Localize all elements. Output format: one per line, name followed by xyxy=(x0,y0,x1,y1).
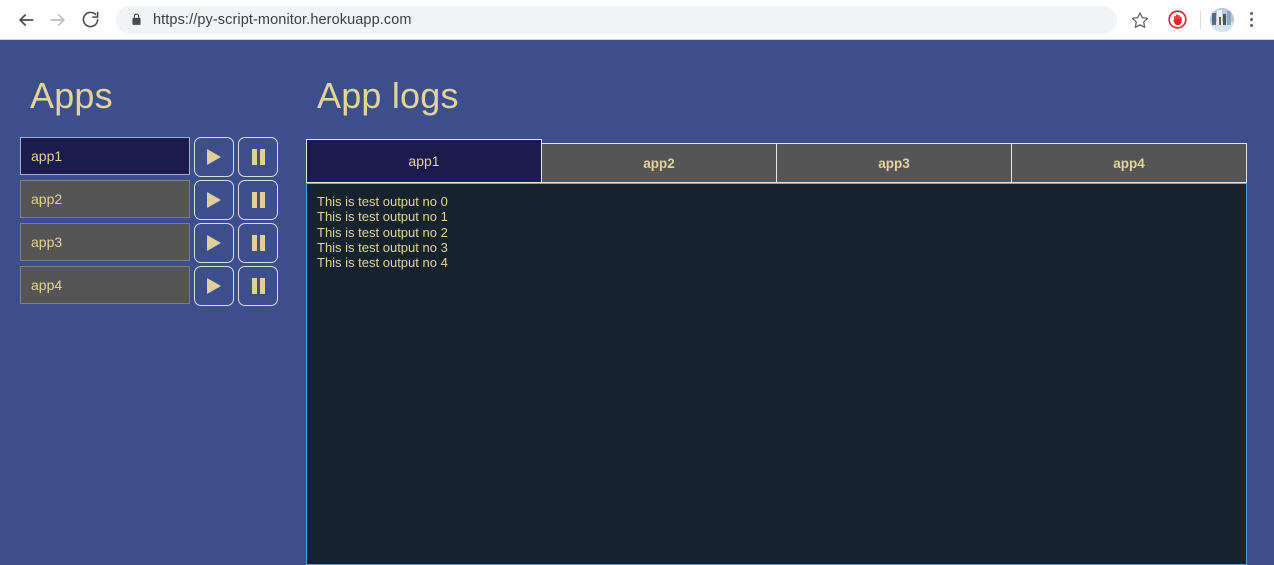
back-arrow-icon xyxy=(19,13,34,26)
app-page: Apps app1 app2 app3 app4 App logs app1 a… xyxy=(0,40,1274,565)
tab-label: app1 xyxy=(408,153,440,169)
back-button[interactable] xyxy=(10,4,42,36)
sidebar-item-app1[interactable]: app1 xyxy=(20,137,190,175)
app-row: app1 xyxy=(20,137,305,177)
log-line: This is test output no 0 xyxy=(317,194,448,209)
tab-app2[interactable]: app2 xyxy=(541,143,777,183)
pause-button-app1[interactable] xyxy=(238,137,278,177)
sidebar-title: Apps xyxy=(30,75,113,116)
toolbar-right-group xyxy=(1125,5,1264,35)
page-title: App logs xyxy=(317,75,459,116)
sidebar-item-app2[interactable]: app2 xyxy=(20,180,190,218)
pause-button-app4[interactable] xyxy=(238,266,278,306)
pause-button-app2[interactable] xyxy=(238,180,278,220)
tab-label: app4 xyxy=(1113,155,1145,171)
tab-label: app2 xyxy=(643,155,675,171)
play-icon xyxy=(207,235,221,251)
forward-arrow-icon xyxy=(50,13,65,26)
pause-icon xyxy=(251,235,265,251)
tab-app1[interactable]: app1 xyxy=(306,139,542,183)
log-line: This is test output no 2 xyxy=(317,224,448,240)
url-text: https://py-script-monitor.herokuapp.com xyxy=(153,11,412,28)
avatar[interactable] xyxy=(1210,7,1234,32)
play-icon xyxy=(207,192,221,208)
app-row: app2 xyxy=(20,180,305,220)
play-button-app1[interactable] xyxy=(194,137,234,177)
tab-label: app3 xyxy=(878,155,910,171)
log-tabs: app1 app2 app3 app4 xyxy=(305,139,1274,183)
play-button-app4[interactable] xyxy=(194,266,234,306)
three-dot-menu-icon[interactable] xyxy=(1238,5,1264,35)
log-line: This is test output no 3 xyxy=(317,239,448,255)
sidebar-item-label: app1 xyxy=(31,148,63,164)
pause-icon xyxy=(251,149,265,165)
play-icon xyxy=(207,278,221,294)
app-row: app4 xyxy=(20,266,305,306)
toolbar-divider xyxy=(1200,10,1201,29)
pause-button-app3[interactable] xyxy=(238,223,278,263)
pause-icon xyxy=(251,192,265,208)
sidebar: Apps app1 app2 app3 app4 xyxy=(0,40,305,565)
tab-app4[interactable]: app4 xyxy=(1011,143,1247,183)
log-output-panel[interactable]: This is test output no 0 This is test ou… xyxy=(306,183,1247,565)
play-icon xyxy=(207,149,221,165)
reload-button[interactable] xyxy=(74,4,106,36)
lock-icon xyxy=(130,12,143,27)
address-bar[interactable]: https://py-script-monitor.herokuapp.com xyxy=(116,5,1117,34)
browser-toolbar: https://py-script-monitor.herokuapp.com xyxy=(0,0,1274,40)
main-content: App logs app1 app2 app3 app4 This is tes… xyxy=(305,40,1274,565)
sidebar-item-label: app4 xyxy=(31,277,63,293)
sidebar-item-label: app2 xyxy=(31,191,63,207)
tab-app3[interactable]: app3 xyxy=(776,143,1012,183)
pause-icon xyxy=(251,278,265,294)
sidebar-item-app4[interactable]: app4 xyxy=(20,266,190,304)
reload-icon xyxy=(82,11,98,28)
play-button-app3[interactable] xyxy=(194,223,234,263)
sidebar-item-app3[interactable]: app3 xyxy=(20,223,190,261)
forward-button[interactable] xyxy=(42,4,74,36)
sidebar-item-label: app3 xyxy=(31,234,63,250)
app-row: app3 xyxy=(20,223,305,263)
app-list: app1 app2 app3 app4 xyxy=(0,137,305,306)
play-button-app2[interactable] xyxy=(194,180,234,220)
adblock-stop-hand-icon[interactable] xyxy=(1163,6,1191,34)
bookmark-star-icon[interactable] xyxy=(1125,5,1155,35)
log-line: This is test output no 1 xyxy=(317,209,448,225)
log-line: This is test output no 4 xyxy=(317,255,448,271)
